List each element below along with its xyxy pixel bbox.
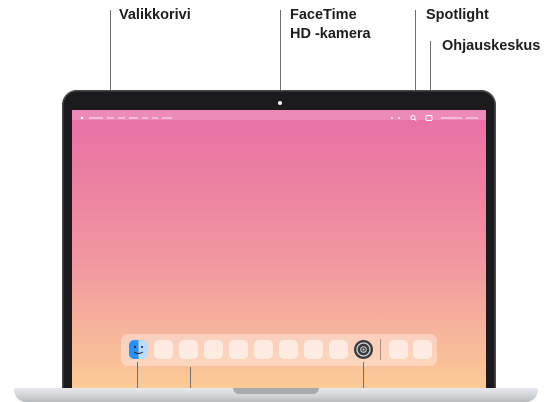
callout-label-menubar: Valikkorivi (119, 7, 191, 23)
facetime-camera (278, 101, 282, 105)
dock-stack-icon[interactable] (389, 340, 408, 359)
dock-app-icon[interactable] (279, 340, 298, 359)
dock-app-icon[interactable] (154, 340, 173, 359)
dock-trash-icon[interactable] (413, 340, 432, 359)
dock-app-icon[interactable] (329, 340, 348, 359)
status-icon (398, 117, 400, 119)
control-center-icon (425, 115, 433, 121)
leader-line-camera (280, 10, 281, 98)
dock-divider (380, 339, 381, 360)
apple-menu-icon (80, 116, 84, 120)
settings-gear-icon[interactable] (354, 340, 373, 359)
callout-label-camera-line2: HD -kamera (290, 26, 371, 42)
dock-app-icon[interactable] (229, 340, 248, 359)
macbook-diagram: Valikkorivi FaceTime HD -kamera Spotligh… (0, 0, 552, 402)
spotlight-search-icon (410, 115, 416, 120)
callout-label-control-center: Ohjauskeskus (442, 38, 541, 54)
finder-icon[interactable] (129, 340, 148, 359)
callout-label-camera-line1: FaceTime (290, 7, 357, 23)
dock-app-icon[interactable] (204, 340, 223, 359)
status-icon (391, 117, 393, 119)
menu-bar (72, 110, 486, 122)
dock-app-icon[interactable] (179, 340, 198, 359)
dock-app-icon[interactable] (254, 340, 273, 359)
dock-app-icon[interactable] (304, 340, 323, 359)
gear-icon (356, 342, 371, 357)
callout-label-spotlight: Spotlight (426, 7, 489, 23)
menu-bar-items (80, 115, 478, 122)
finder-face-icon (133, 346, 144, 354)
laptop-base-notch (233, 388, 319, 394)
